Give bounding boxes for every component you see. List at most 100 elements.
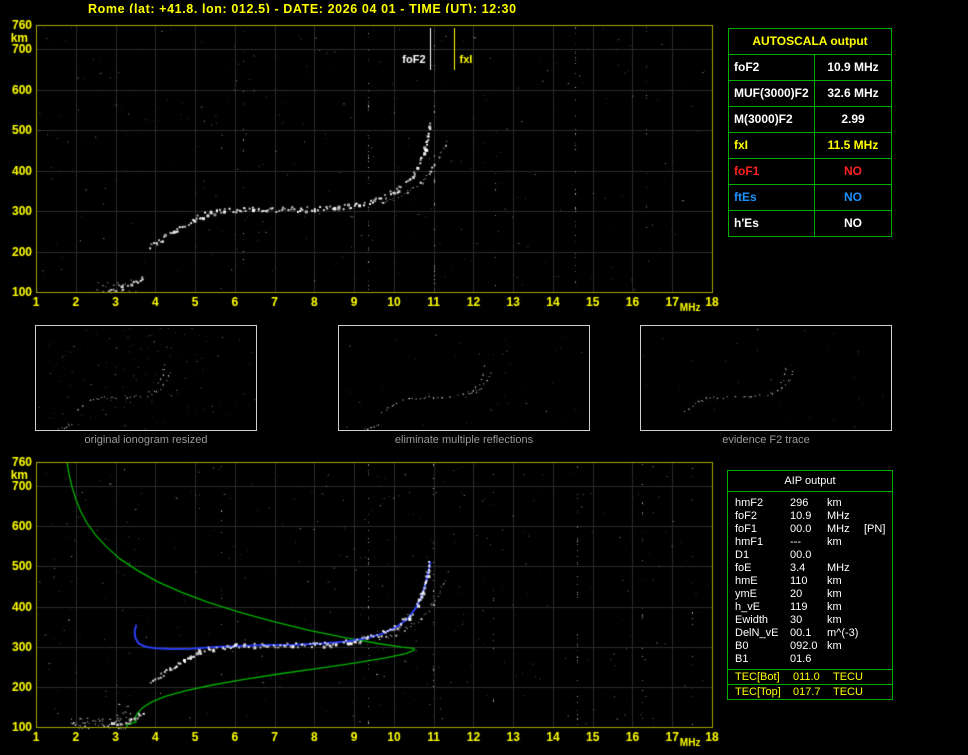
aip-tec-row: TEC[Top]017.7TECU bbox=[728, 684, 892, 699]
autoscala-param-label: ftEs bbox=[729, 185, 815, 210]
aip-param-extra bbox=[864, 510, 892, 523]
aip-row: D100.0 bbox=[728, 549, 892, 562]
autoscala-param-value: 10.9 MHz bbox=[815, 55, 891, 80]
aip-param-extra bbox=[864, 640, 892, 653]
aip-tec-rows: TEC[Bot]011.0TECUTEC[Top]017.7TECU bbox=[728, 669, 892, 699]
caption-original-ionogram: original ionogram resized bbox=[35, 434, 257, 446]
aip-param-value: 119 bbox=[790, 601, 827, 614]
aip-param-extra bbox=[864, 588, 892, 601]
aip-param-name: DelN_vE bbox=[735, 627, 790, 640]
aip-param-name: foF2 bbox=[735, 510, 790, 523]
aip-param-extra bbox=[864, 497, 892, 510]
aip-param-value: 296 bbox=[790, 497, 827, 510]
aip-param-unit: km bbox=[827, 497, 864, 510]
aip-param-extra bbox=[864, 653, 892, 666]
aip-param-name: foE bbox=[735, 562, 790, 575]
aip-param-unit: km bbox=[827, 640, 864, 653]
aip-param-extra bbox=[864, 536, 892, 549]
aip-row: ymE20km bbox=[728, 588, 892, 601]
autoscala-param-value: 11.5 MHz bbox=[815, 133, 891, 158]
autoscala-param-value: 32.6 MHz bbox=[815, 81, 891, 106]
aip-param-name: ymE bbox=[735, 588, 790, 601]
aip-tec-cell: 011.0 bbox=[793, 670, 833, 684]
autoscala-param-label: M(3000)F2 bbox=[729, 107, 815, 132]
aip-row: B101.6 bbox=[728, 653, 892, 666]
aip-param-unit: m^(-3) bbox=[827, 627, 864, 640]
autoscala-row: M(3000)F22.99 bbox=[729, 107, 891, 133]
autoscala-param-label: fxI bbox=[729, 133, 815, 158]
aip-tec-cell: TECU bbox=[833, 685, 892, 699]
autoscala-param-value: NO bbox=[815, 159, 891, 184]
aip-param-value: 3.4 bbox=[790, 562, 827, 575]
aip-param-unit: km bbox=[827, 536, 864, 549]
aip-param-extra bbox=[864, 562, 892, 575]
aip-row: foE3.4MHz bbox=[728, 562, 892, 575]
aip-row: foF210.9MHz bbox=[728, 510, 892, 523]
aip-param-value: 30 bbox=[790, 614, 827, 627]
aip-param-unit: MHz bbox=[827, 523, 864, 536]
aip-output-rows: hmF2296kmfoF210.9MHzfoF100.0MHz[PN]hmF1-… bbox=[728, 492, 892, 669]
aip-output-header: AIP output bbox=[728, 471, 892, 492]
aip-param-value: 092.0 bbox=[790, 640, 827, 653]
aip-param-name: hmF2 bbox=[735, 497, 790, 510]
aip-row: DelN_vE00.1m^(-3) bbox=[728, 627, 892, 640]
autoscala-output-header: AUTOSCALA output bbox=[729, 29, 891, 55]
aip-param-value: --- bbox=[790, 536, 827, 549]
aip-param-value: 01.6 bbox=[790, 653, 827, 666]
aip-param-value: 00.0 bbox=[790, 523, 827, 536]
mini-panel-eliminate-reflections bbox=[338, 325, 590, 431]
autoscala-row: foF210.9 MHz bbox=[729, 55, 891, 81]
aip-param-unit: km bbox=[827, 601, 864, 614]
aip-row: hmF1---km bbox=[728, 536, 892, 549]
aip-tec-row: TEC[Bot]011.0TECU bbox=[728, 669, 892, 684]
aip-param-unit: MHz bbox=[827, 562, 864, 575]
autoscala-output-rows: foF210.9 MHzMUF(3000)F232.6 MHzM(3000)F2… bbox=[729, 55, 891, 236]
aip-row: Ewidth30km bbox=[728, 614, 892, 627]
aip-param-extra bbox=[864, 627, 892, 640]
aip-param-value: 20 bbox=[790, 588, 827, 601]
aip-row: foF100.0MHz[PN] bbox=[728, 523, 892, 536]
autoscala-param-label: foF2 bbox=[729, 55, 815, 80]
autoscala-row: fxI11.5 MHz bbox=[729, 133, 891, 159]
aip-param-extra bbox=[864, 575, 892, 588]
autoscala-param-label: h'Es bbox=[729, 211, 815, 236]
aip-param-value: 00.0 bbox=[790, 549, 827, 562]
aip-param-name: hmE bbox=[735, 575, 790, 588]
aip-param-extra: [PN] bbox=[864, 523, 892, 536]
aip-param-name: foF1 bbox=[735, 523, 790, 536]
aip-tec-cell: TECU bbox=[833, 670, 892, 684]
autoscala-param-value: 2.99 bbox=[815, 107, 891, 132]
aip-row: hmF2296km bbox=[728, 497, 892, 510]
aip-param-unit bbox=[827, 653, 864, 666]
aip-param-extra bbox=[864, 601, 892, 614]
mini-panel-original-ionogram bbox=[35, 325, 257, 431]
aip-param-value: 110 bbox=[790, 575, 827, 588]
autoscala-row: ftEsNO bbox=[729, 185, 891, 211]
aip-param-unit: km bbox=[827, 575, 864, 588]
autoscala-output-table: AUTOSCALA output foF210.9 MHzMUF(3000)F2… bbox=[728, 28, 892, 237]
autoscala-row: h'EsNO bbox=[729, 211, 891, 236]
aip-param-extra bbox=[864, 549, 892, 562]
aip-param-name: h_vE bbox=[735, 601, 790, 614]
mini-panel-evidence-f2-trace bbox=[640, 325, 892, 431]
autoscala-param-value: NO bbox=[815, 185, 891, 210]
aip-tec-cell: 017.7 bbox=[793, 685, 833, 699]
aip-param-name: B0 bbox=[735, 640, 790, 653]
autoscala-param-label: foF1 bbox=[729, 159, 815, 184]
aip-param-value: 00.1 bbox=[790, 627, 827, 640]
bottom-ionogram-profile-canvas bbox=[0, 450, 750, 753]
aip-output-table: AIP output hmF2296kmfoF210.9MHzfoF100.0M… bbox=[727, 470, 893, 700]
aip-param-name: hmF1 bbox=[735, 536, 790, 549]
top-ionogram-canvas bbox=[0, 13, 750, 316]
aip-param-unit: MHz bbox=[827, 510, 864, 523]
aip-row: hmE110km bbox=[728, 575, 892, 588]
autoscala-param-value: NO bbox=[815, 211, 891, 236]
aip-param-unit: km bbox=[827, 614, 864, 627]
aip-row: h_vE119km bbox=[728, 601, 892, 614]
autoscala-row: MUF(3000)F232.6 MHz bbox=[729, 81, 891, 107]
autoscala-row: foF1NO bbox=[729, 159, 891, 185]
aip-row: B0092.0km bbox=[728, 640, 892, 653]
aip-tec-cell: TEC[Bot] bbox=[735, 670, 793, 684]
aip-param-name: D1 bbox=[735, 549, 790, 562]
aip-param-unit bbox=[827, 549, 864, 562]
